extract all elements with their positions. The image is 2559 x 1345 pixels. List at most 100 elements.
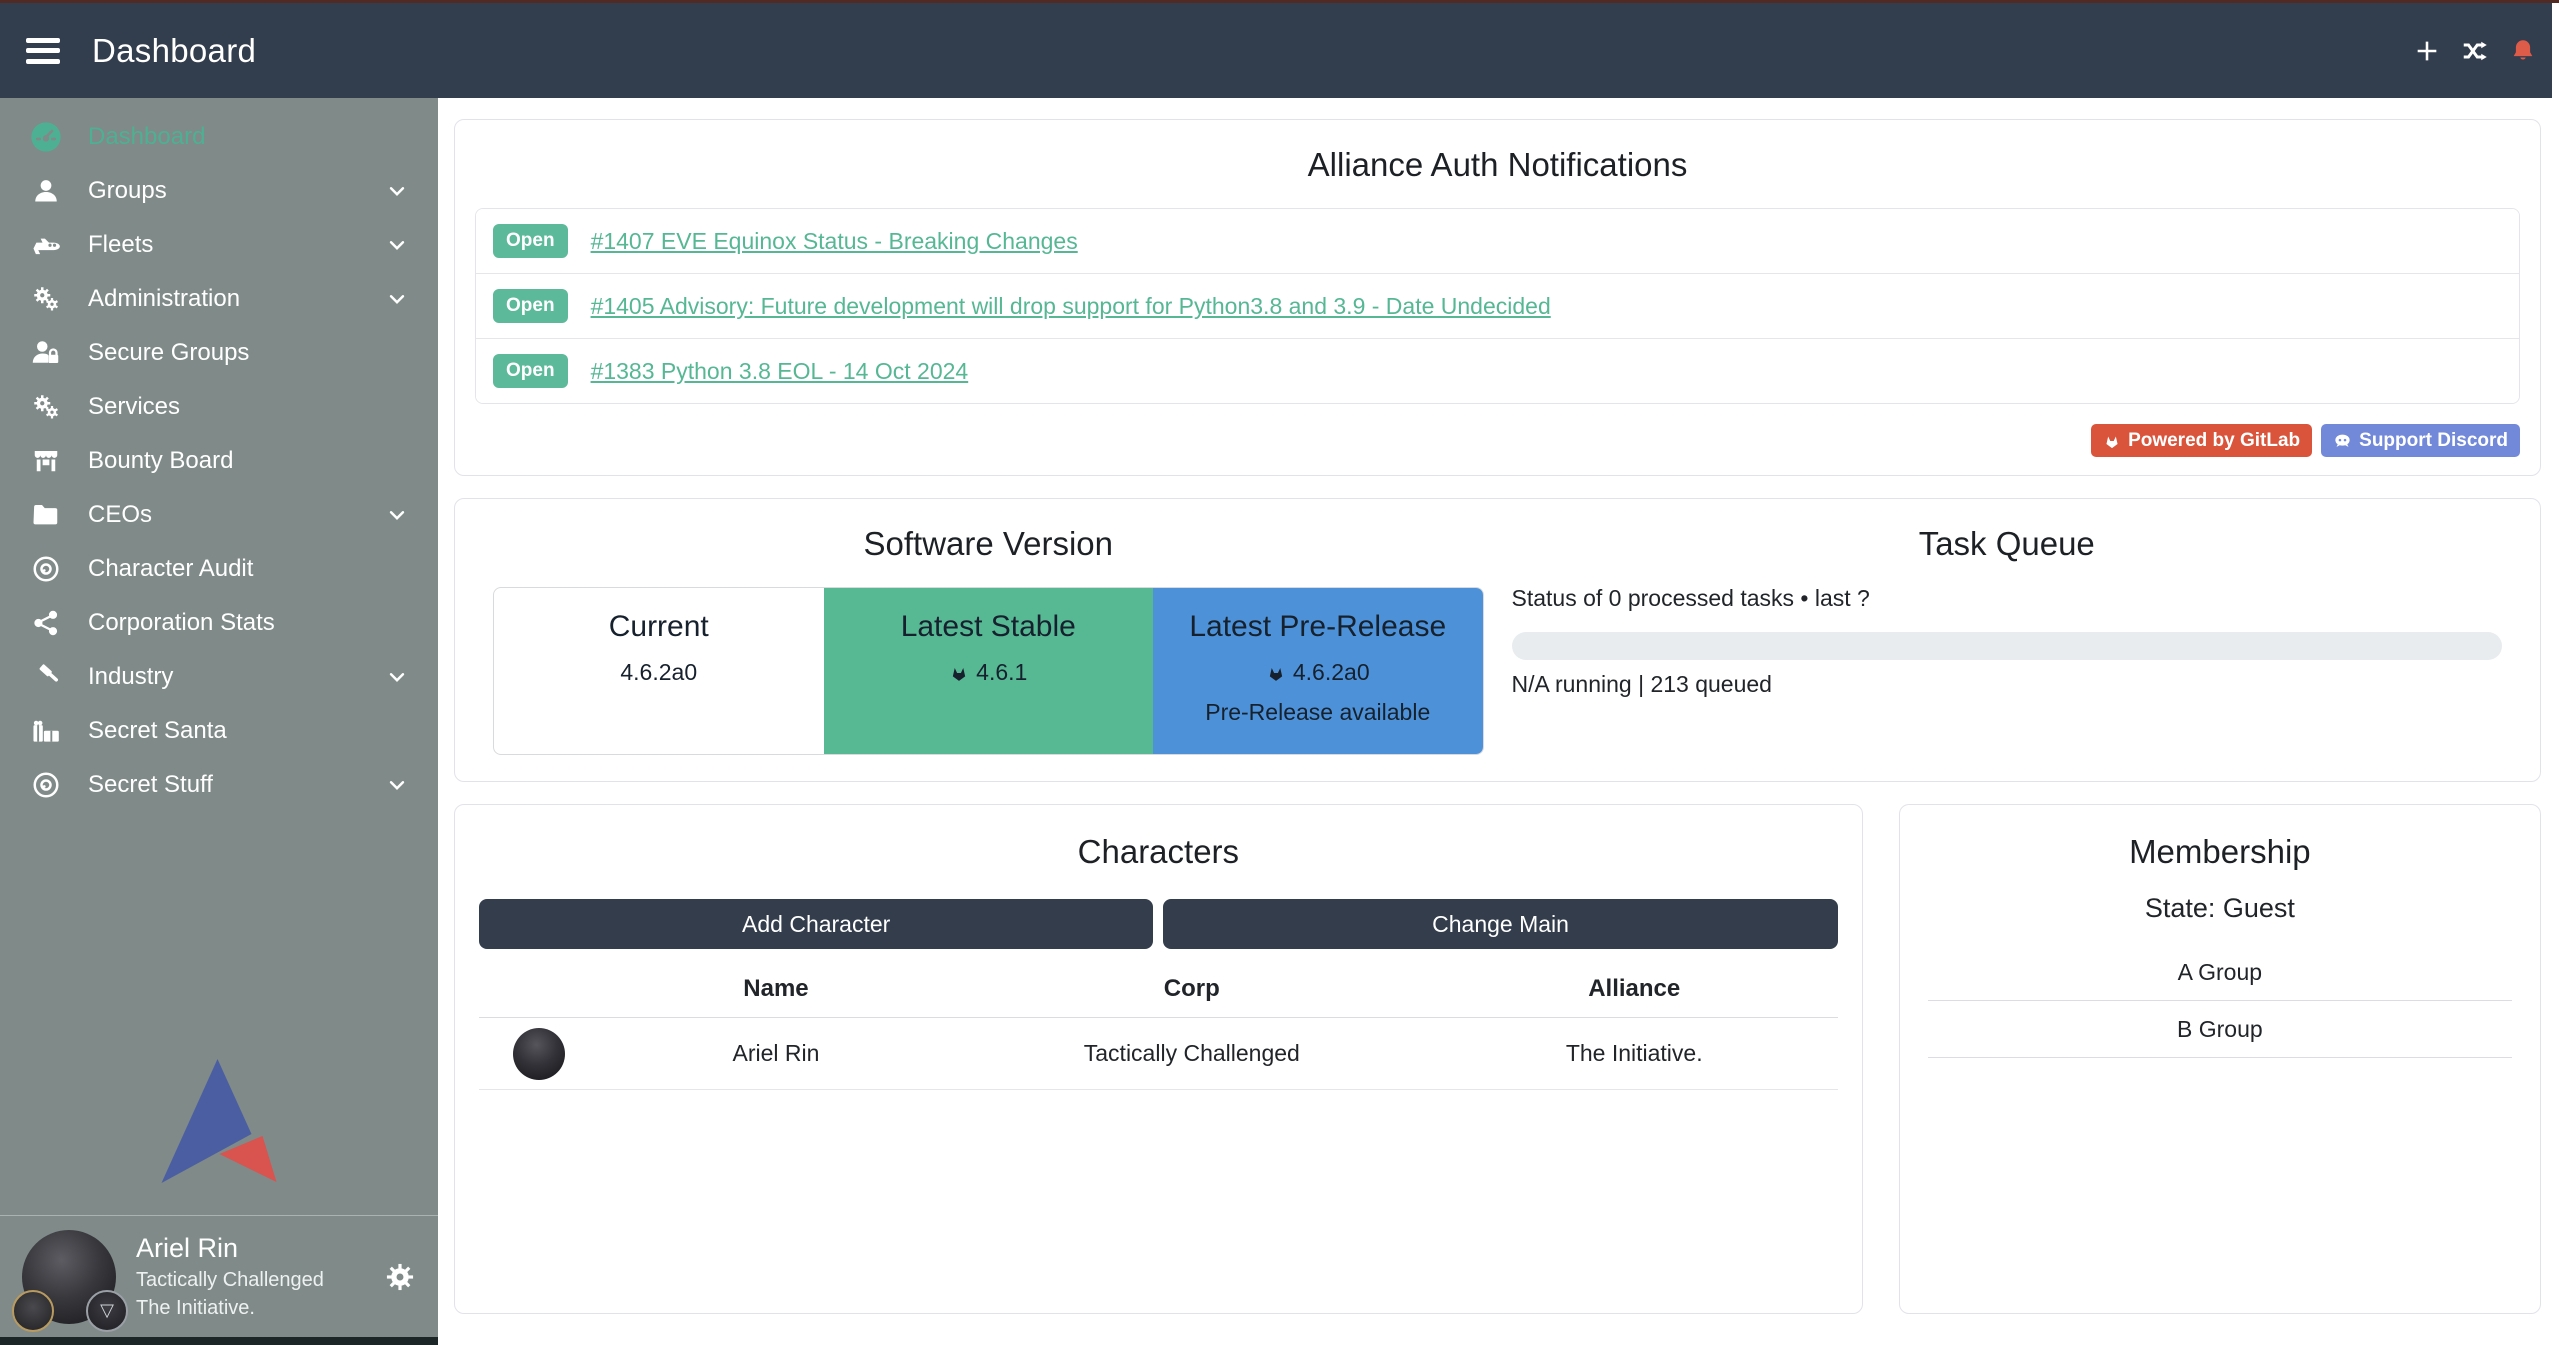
- gears-icon: [28, 391, 64, 423]
- membership-title: Membership: [1922, 833, 2518, 871]
- folder-icon: [28, 499, 64, 531]
- sidebar-item-fleets[interactable]: Fleets: [0, 218, 438, 272]
- sidebar-item-secret-stuff[interactable]: Secret Stuff: [0, 758, 438, 812]
- notification-item: Open #1383 Python 3.8 EOL - 14 Oct 2024: [476, 338, 2519, 403]
- characters-table: Name Corp Alliance Ariel Rin Tactically …: [479, 975, 1838, 1090]
- alliance-auth-logo: [162, 1059, 277, 1183]
- sidebar-bottom-strip: [0, 1337, 438, 1345]
- sidebar-item-groups[interactable]: Groups: [0, 164, 438, 218]
- sidebar-item-corporation-stats[interactable]: Corporation Stats: [0, 596, 438, 650]
- task-queue-title: Task Queue: [1512, 525, 2503, 563]
- sidebar-item-dashboard[interactable]: Dashboard: [0, 110, 438, 164]
- version-box: Current 4.6.2a0 Latest Stable 4.6.1 Late…: [493, 587, 1484, 755]
- character-portrait: [513, 1028, 565, 1080]
- membership-panel: Membership State: Guest A Group B Group: [1899, 804, 2541, 1314]
- sidebar-item-label: Secret Stuff: [88, 771, 213, 799]
- task-queue-counts: N/A running | 213 queued: [1512, 671, 2503, 698]
- character-corp: Tactically Challenged: [953, 1040, 1431, 1067]
- gauge-icon: [28, 121, 64, 153]
- characters-title: Characters: [479, 833, 1838, 871]
- share-icon: [28, 607, 64, 639]
- notification-bell-icon[interactable]: [2508, 36, 2538, 66]
- corp-logo-badge: [12, 1290, 54, 1332]
- sidebar-item-administration[interactable]: Administration: [0, 272, 438, 326]
- membership-group: A Group: [1928, 944, 2512, 1001]
- sidebar-item-label: Groups: [88, 177, 167, 205]
- version-prerelease: Latest Pre-Release 4.6.2a0 Pre-Release a…: [1153, 588, 1483, 754]
- add-icon[interactable]: [2412, 36, 2442, 66]
- software-version-title: Software Version: [493, 525, 1484, 563]
- col-corp: Corp: [953, 975, 1431, 1003]
- menu-toggle-icon[interactable]: [26, 38, 60, 64]
- task-queue-section: Task Queue Status of 0 processed tasks •…: [1498, 519, 2517, 755]
- add-character-button[interactable]: Add Character: [479, 899, 1153, 949]
- user-avatar: ▽: [22, 1230, 116, 1324]
- chevron-down-icon: [384, 232, 410, 258]
- status-badge: Open: [493, 289, 568, 323]
- sidebar-item-label: CEOs: [88, 501, 152, 529]
- user-corp: Tactically Challenged: [136, 1268, 324, 1293]
- scrollbar-track[interactable]: [2552, 3, 2559, 1345]
- shuttle-icon: [28, 229, 64, 261]
- change-main-button[interactable]: Change Main: [1163, 899, 1837, 949]
- discord-badge[interactable]: Support Discord: [2321, 424, 2520, 457]
- notification-link[interactable]: #1407 EVE Equinox Status - Breaking Chan…: [591, 228, 1078, 255]
- settings-gear-icon[interactable]: [384, 1261, 416, 1293]
- sidebar-item-label: Administration: [88, 285, 240, 313]
- hammer-icon: [28, 661, 64, 693]
- user-name: Ariel Rin: [136, 1232, 324, 1266]
- sidebar-item-label: Industry: [88, 663, 173, 691]
- version-current: Current 4.6.2a0: [494, 588, 824, 754]
- table-row: Ariel Rin Tactically Challenged The Init…: [479, 1018, 1838, 1090]
- eye-icon: [28, 769, 64, 801]
- notification-link[interactable]: #1405 Advisory: Future development will …: [591, 293, 1551, 320]
- sidebar-item-ceos[interactable]: CEOs: [0, 488, 438, 542]
- sidebar: Dashboard Groups Fleets Admin: [0, 98, 438, 1345]
- sidebar-item-label: Dashboard: [88, 123, 205, 151]
- sidebar-item-character-audit[interactable]: Character Audit: [0, 542, 438, 596]
- gitlab-tanuki-icon: [949, 663, 969, 683]
- membership-group: B Group: [1928, 1001, 2512, 1058]
- software-version-section: Software Version Current 4.6.2a0 Latest …: [479, 519, 1498, 755]
- notifications-list: Open #1407 EVE Equinox Status - Breaking…: [475, 208, 2520, 404]
- col-name: Name: [599, 975, 953, 1003]
- chevron-down-icon: [384, 502, 410, 528]
- notification-item: Open #1405 Advisory: Future development …: [476, 273, 2519, 338]
- eye-icon: [28, 553, 64, 585]
- gitlab-icon: [2103, 432, 2121, 450]
- sidebar-item-label: Character Audit: [88, 555, 253, 583]
- store-icon: [28, 445, 64, 477]
- shuffle-icon[interactable]: [2460, 36, 2490, 66]
- sidebar-item-label: Services: [88, 393, 180, 421]
- membership-state: State: Guest: [1922, 893, 2518, 924]
- character-name: Ariel Rin: [599, 1040, 953, 1067]
- gitlab-badge[interactable]: Powered by GitLab: [2091, 424, 2312, 457]
- version-stable: Latest Stable 4.6.1: [824, 588, 1154, 754]
- software-taskqueue-panel: Software Version Current 4.6.2a0 Latest …: [454, 498, 2541, 782]
- task-queue-status: Status of 0 processed tasks • last ?: [1512, 585, 2503, 612]
- sidebar-item-label: Bounty Board: [88, 447, 233, 475]
- page-title: Dashboard: [92, 32, 256, 70]
- task-queue-progress-bar: [1512, 632, 2503, 660]
- chevron-down-icon: [384, 178, 410, 204]
- chevron-down-icon: [384, 772, 410, 798]
- chevron-down-icon: [384, 664, 410, 690]
- gears-icon: [28, 283, 64, 315]
- alliance-logo-badge: ▽: [86, 1290, 128, 1332]
- sidebar-item-secret-santa[interactable]: Secret Santa: [0, 704, 438, 758]
- notifications-title: Alliance Auth Notifications: [475, 146, 2520, 184]
- user-lock-icon: [28, 337, 64, 369]
- sidebar-item-industry[interactable]: Industry: [0, 650, 438, 704]
- sidebar-item-secure-groups[interactable]: Secure Groups: [0, 326, 438, 380]
- main-content: Alliance Auth Notifications Open #1407 E…: [438, 98, 2559, 1345]
- notification-link[interactable]: #1383 Python 3.8 EOL - 14 Oct 2024: [591, 358, 969, 385]
- gifts-icon: [28, 715, 64, 747]
- chevron-down-icon: [384, 286, 410, 312]
- status-badge: Open: [493, 224, 568, 258]
- topbar: Dashboard: [0, 3, 2559, 98]
- sidebar-item-services[interactable]: Services: [0, 380, 438, 434]
- sidebar-item-label: Secret Santa: [88, 717, 227, 745]
- col-alliance: Alliance: [1431, 975, 1838, 1003]
- sidebar-item-bounty-board[interactable]: Bounty Board: [0, 434, 438, 488]
- status-badge: Open: [493, 354, 568, 388]
